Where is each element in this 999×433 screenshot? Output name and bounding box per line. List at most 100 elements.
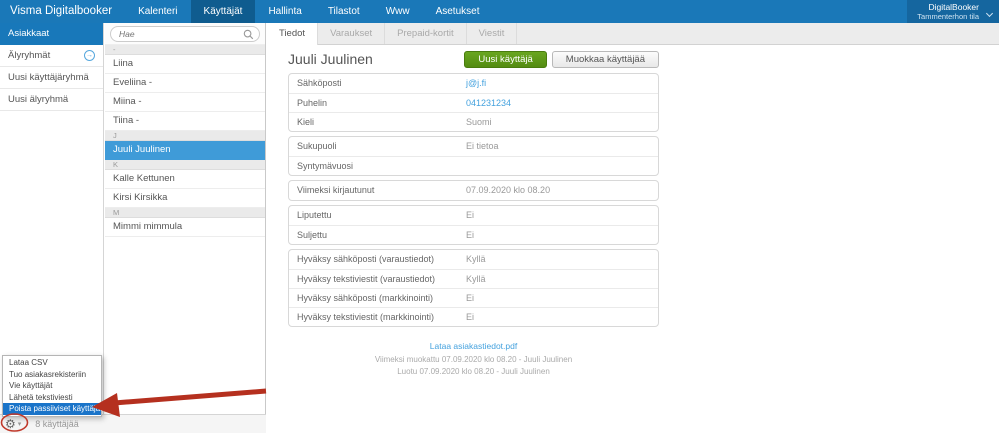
list-footer-bar: ⚙ ▾ 8 käyttäjää — [0, 414, 266, 433]
field-label: Puhelin — [297, 98, 328, 108]
navbar-spacer — [493, 0, 908, 23]
list-item-miina[interactable]: Miina - — [105, 93, 265, 112]
sidebar-item-alyryhmat[interactable]: Älyryhmät → — [0, 45, 103, 67]
search-icon[interactable] — [242, 28, 255, 41]
account-menu[interactable]: DigitalBooker Tammenterhon tila — [907, 0, 999, 23]
tab-varaukset[interactable]: Varaukset — [318, 23, 386, 44]
sidebar-item-label: Asiakkaat — [8, 28, 50, 39]
nav-item-asetukset[interactable]: Asetukset — [423, 0, 493, 23]
tab-viestit[interactable]: Viestit — [467, 23, 518, 44]
chevron-down-icon — [985, 9, 994, 18]
field-label: Liputettu — [297, 210, 332, 220]
field-group: Hyväksy sähköposti (varaustiedot) Kyllä Hy… — [288, 249, 659, 327]
search-row — [105, 23, 265, 45]
detail-field-groups: Sähköposti j@j.fi Puhelin 041231234 Kieli Suo… — [288, 73, 667, 327]
field-value: 07.09.2020 klo 08.20 — [466, 185, 551, 195]
gear-context-menu: Lataa CSV Tuo asiakasrekisteriin Vie käytt… — [2, 355, 102, 417]
field-label: Hyväksy sähköposti (markkinointi) — [297, 293, 434, 303]
nav-item-kayttajat[interactable]: Käyttäjät — [190, 0, 256, 23]
list-item-mimmi-mimmula[interactable]: Mimmi mimmula — [105, 218, 265, 237]
tab-tiedot[interactable]: Tiedot — [267, 23, 319, 45]
created-line: Luotu 07.09.2020 klo 08.20 - Juuli Juuli… — [397, 367, 550, 376]
edit-user-button[interactable]: Muokkaa käyttäjää — [551, 50, 659, 68]
gear-icon: ⚙ — [5, 417, 16, 431]
field-label: Viimeksi kirjautunut — [297, 185, 375, 195]
page-title: Juuli Juulinen — [288, 51, 373, 67]
account-location: Tammenterhon tila — [917, 12, 979, 21]
field-value: Ei — [466, 312, 475, 322]
circle-arrow-icon[interactable]: → — [84, 50, 95, 61]
search-input[interactable] — [119, 29, 242, 39]
field-row: Sähköposti j@j.fi — [289, 74, 658, 93]
nav-item-hallinta[interactable]: Hallinta — [255, 0, 314, 23]
field-row: Hyväksy tekstiviestit (markkinointi) Ei — [289, 307, 658, 326]
field-value: Ei tietoa — [466, 141, 499, 151]
detail-content: Juuli Juulinen Uusi käyttäjä Muokkaa käy… — [267, 45, 667, 378]
list-item-tiina[interactable]: Tiina - — [105, 112, 265, 131]
nav-item-tilastot[interactable]: Tilastot — [315, 0, 373, 23]
field-group: Liputettu Ei Suljettu Ei — [288, 205, 659, 245]
menu-item-laheta-tekstiviesti[interactable]: Lähetä tekstiviesti — [3, 392, 101, 404]
field-group: Sukupuoli Ei tietoa Syntymävuosi — [288, 136, 659, 176]
user-list-panel: -LiinaEveliina -Miina -Tiina -JJuuli Juu… — [105, 23, 266, 414]
field-value-link[interactable]: j@j.fi — [466, 74, 486, 93]
field-row: Syntymävuosi — [289, 156, 658, 175]
list-item-kalle-kettunen[interactable]: Kalle Kettunen — [105, 170, 265, 189]
field-label: Suljettu — [297, 230, 328, 240]
field-value: Kyllä — [466, 274, 486, 284]
field-value-link[interactable]: 041231234 — [466, 94, 511, 112]
gear-menu-button[interactable]: ⚙ ▾ — [5, 418, 21, 430]
list-section-header: M — [105, 208, 265, 218]
field-value: Ei — [466, 293, 475, 303]
main-panel: Tiedot Varaukset Prepaid-kortit Viestit Juu… — [267, 23, 999, 433]
search-input-wrapper — [110, 26, 260, 42]
menu-item-tuo-asiakasrekisteriin[interactable]: Tuo asiakasrekisteriin — [3, 369, 101, 381]
account-name: DigitalBooker — [928, 2, 979, 12]
sidebar-item-label: Uusi käyttäjäryhmä — [8, 72, 89, 83]
list-item-kirsi-kirsikka[interactable]: Kirsi Kirsikka — [105, 189, 265, 208]
sidebar-item-uusi-kayttajaryhma[interactable]: Uusi käyttäjäryhmä — [0, 67, 103, 89]
sidebar-item-uusi-alyryhma[interactable]: Uusi älyryhmä — [0, 89, 103, 111]
menu-item-poista-passiiviset-kayttajat[interactable]: Poista passiiviset käyttäjät — [3, 403, 102, 415]
list-item-liina[interactable]: Liina — [105, 55, 265, 74]
menu-item-vie-kayttajat[interactable]: Vie käyttäjät — [3, 380, 101, 392]
sidebar-item-asiakkaat[interactable]: Asiakkaat — [0, 23, 103, 45]
tab-prepaid-kortit[interactable]: Prepaid-kortit — [385, 23, 467, 44]
sidebar-item-label: Uusi älyryhmä — [8, 94, 69, 105]
field-row: Liputettu Ei — [289, 206, 658, 225]
modified-line: Viimeksi muokattu 07.09.2020 klo 08.20 -… — [374, 355, 573, 364]
field-label: Kieli — [297, 117, 315, 127]
field-row: Hyväksy sähköposti (varaustiedot) Kyllä — [289, 250, 658, 269]
main-menu: Kalenteri Käyttäjät Hallinta Tilastot Www Ase… — [125, 0, 492, 23]
field-label: Syntymävuosi — [297, 161, 354, 171]
list-item-eveliina[interactable]: Eveliina - — [105, 74, 265, 93]
field-label: Hyväksy tekstiviestit (markkinointi) — [297, 312, 435, 322]
user-list: - Liina Eveliina - Miina - Tiina - J Juuli Juu… — [105, 45, 265, 237]
new-user-button[interactable]: Uusi käyttäjä — [464, 50, 547, 68]
list-section-header: J — [105, 131, 265, 141]
field-value: Ei — [466, 230, 475, 240]
field-row: Hyväksy sähköposti (markkinointi) Ei — [289, 288, 658, 307]
field-value: Ei — [466, 210, 475, 220]
field-value: Kyllä — [466, 254, 486, 264]
field-label: Hyväksy sähköposti (varaustiedot) — [297, 254, 435, 264]
chevron-down-icon: ▾ — [17, 421, 22, 428]
tab-bar: Tiedot Varaukset Prepaid-kortit Viestit — [267, 23, 999, 45]
field-label: Hyväksy tekstiviestit (varaustiedot) — [297, 274, 436, 284]
nav-item-www[interactable]: Www — [373, 0, 423, 23]
list-item-juuli-juulinen[interactable]: Juuli Juulinen — [105, 141, 265, 160]
field-label: Sukupuoli — [297, 141, 337, 151]
list-section-header: K — [105, 160, 265, 170]
detail-footer: Lataa asiakastiedot.pdf Viimeksi muokatt… — [288, 336, 659, 378]
download-pdf-link[interactable]: Lataa asiakastiedot.pdf — [430, 341, 517, 351]
field-value: Suomi — [466, 117, 492, 127]
field-row: Suljettu Ei — [289, 225, 658, 244]
field-group: Sähköposti j@j.fi Puhelin 041231234 Kieli Suo… — [288, 73, 659, 132]
app-logo: Visma Digitalbooker — [10, 5, 113, 17]
field-row: Hyväksy tekstiviestit (varaustiedot) Kyll… — [289, 269, 658, 288]
field-label: Sähköposti — [297, 78, 342, 88]
nav-item-kalenteri[interactable]: Kalenteri — [125, 0, 190, 23]
menu-item-lataa-csv[interactable]: Lataa CSV — [3, 357, 101, 369]
field-row: Puhelin 041231234 — [289, 93, 658, 112]
field-row: Viimeksi kirjautunut 07.09.2020 klo 08.20 — [289, 181, 658, 200]
